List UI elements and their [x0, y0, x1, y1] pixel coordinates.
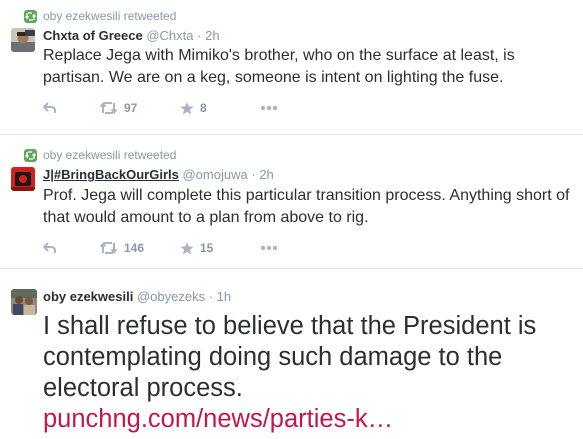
user-handle[interactable]: @Chxta — [146, 28, 193, 43]
favorite-button[interactable]: 15 — [180, 241, 260, 255]
user-handle[interactable]: @omojuwa — [182, 167, 247, 182]
reply-button[interactable] — [43, 242, 100, 254]
favorite-count: 15 — [200, 241, 214, 255]
reply-icon — [43, 242, 56, 254]
reply-icon — [43, 102, 56, 114]
display-name[interactable]: oby ezekwesili — [43, 289, 133, 304]
separator-dot: · — [208, 289, 214, 304]
more-icon — [260, 105, 278, 111]
display-name[interactable]: Chxta of Greece — [43, 28, 143, 43]
retweet-icon — [100, 102, 118, 114]
avatar[interactable] — [11, 167, 35, 191]
display-name[interactable]: J|#BringBackOurGirls — [43, 167, 179, 182]
retweet-button[interactable]: 146 — [100, 241, 180, 255]
avatar[interactable] — [11, 28, 35, 52]
timestamp[interactable]: 1h — [217, 289, 231, 304]
favorite-count: 8 — [200, 101, 207, 115]
tweet-header: oby ezekwesili @obyezeks · 1h — [43, 289, 231, 304]
separator-dot: · — [251, 167, 256, 182]
retweet-badge-icon — [24, 9, 37, 23]
retweet-badge-icon — [24, 148, 37, 162]
reply-button[interactable] — [43, 102, 100, 114]
retweet-icon — [100, 242, 118, 254]
more-button[interactable] — [260, 245, 278, 251]
retweet-count: 97 — [124, 101, 138, 115]
retweet-button[interactable]: 97 — [100, 101, 180, 115]
tweet[interactable]: oby ezekwesili @obyezeks · 1h I shall re… — [0, 269, 583, 439]
more-button[interactable] — [260, 105, 278, 111]
retweet-context-label: oby ezekwesili retweeted — [43, 148, 177, 162]
retweet-context: oby ezekwesili retweeted — [24, 148, 176, 162]
timestamp[interactable]: 2h — [205, 28, 219, 43]
more-icon — [260, 245, 278, 251]
tweet-header: J|#BringBackOurGirls @omojuwa · 2h — [43, 167, 274, 182]
tweet[interactable]: oby ezekwesili retweeted Chxta of Greece… — [0, 0, 583, 134]
tweet[interactable]: oby ezekwesili retweeted J|#BringBackOur… — [0, 135, 583, 268]
tweet-text: I shall refuse to believe that the Presi… — [43, 311, 583, 435]
timestamp[interactable]: 2h — [259, 167, 273, 182]
tweet-header: Chxta of Greece @Chxta · 2h — [43, 28, 220, 43]
retweet-context-label: oby ezekwesili retweeted — [43, 9, 177, 23]
avatar[interactable] — [11, 289, 37, 315]
user-handle[interactable]: @obyezeks — [137, 289, 205, 304]
separator-dot: · — [197, 28, 202, 43]
tweet-text: Prof. Jega will complete this particular… — [43, 187, 570, 226]
tweet-link[interactable]: punchng.com/news/parties-k… — [43, 405, 393, 433]
retweet-context: oby ezekwesili retweeted — [24, 9, 176, 23]
star-icon — [180, 101, 194, 115]
tweet-body: I shall refuse to believe that the Presi… — [43, 312, 537, 402]
tweet-text: Replace Jega with Mimiko's brother, who … — [43, 47, 515, 86]
favorite-button[interactable]: 8 — [180, 101, 260, 115]
tweet-actions: 146 15 — [43, 240, 278, 256]
tweet-actions: 97 8 — [43, 100, 278, 116]
retweet-count: 146 — [124, 241, 145, 255]
star-icon — [180, 241, 194, 255]
